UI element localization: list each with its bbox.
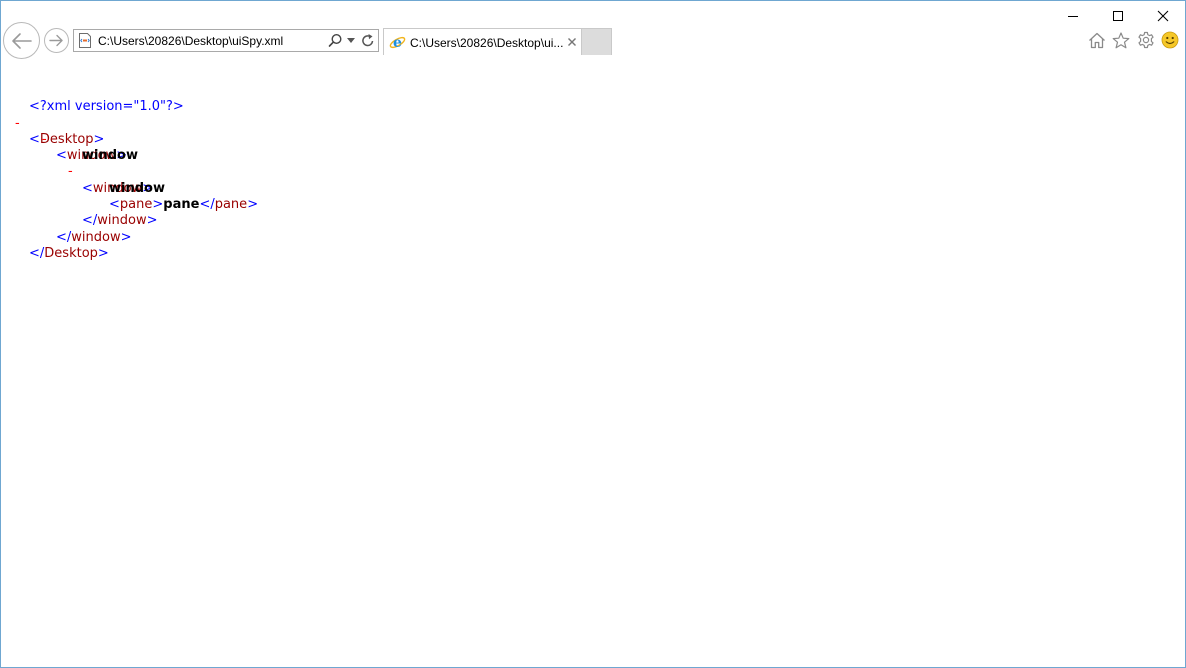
xml-text-window-inner: window	[109, 180, 165, 196]
tag-bracket: <	[29, 131, 40, 147]
xml-text-pane: pane	[163, 197, 200, 213]
back-button[interactable]	[3, 22, 40, 59]
maximize-icon	[1112, 10, 1123, 21]
tab-close-icon[interactable]	[567, 37, 577, 47]
tag-name-desktop: Desktop	[39, 131, 94, 147]
xml-node-desktop-close: </Desktop>	[1, 230, 109, 261]
forward-arrow-icon	[49, 34, 63, 47]
address-bar[interactable]: C:\Users\20826\Desktop\uiSpy.xml	[73, 29, 379, 52]
minimize-button[interactable]	[1050, 1, 1095, 30]
tag-bracket: <	[56, 148, 67, 164]
tag-bracket: >	[247, 197, 259, 213]
tag-bracket: </	[56, 229, 72, 245]
tag-bracket: <	[109, 197, 120, 213]
home-icon	[1089, 32, 1105, 48]
gear-icon	[1138, 31, 1154, 49]
close-button[interactable]	[1140, 1, 1185, 30]
maximize-button[interactable]	[1095, 1, 1140, 30]
forward-button[interactable]	[44, 28, 69, 53]
star-icon	[1112, 31, 1130, 48]
close-icon	[1157, 10, 1168, 21]
browser-tab[interactable]: e C:\Users\20826\Desktop\ui...	[383, 28, 582, 55]
tag-name-desktop: Desktop	[44, 245, 98, 261]
xml-text-window: window	[82, 148, 138, 164]
xml-node-window-close: </window>	[1, 213, 132, 245]
tag-name-window: window	[97, 213, 147, 229]
new-tab-button[interactable]	[582, 28, 612, 55]
tag-bracket: </	[82, 213, 98, 229]
tag-name-pane: pane	[214, 197, 248, 213]
tag-bracket: >	[146, 213, 158, 229]
refresh-icon[interactable]	[361, 33, 375, 48]
smiley-icon	[1161, 31, 1179, 49]
xml-document: <?xml version="1.0"?> - <Desktop> - <win…	[1, 83, 258, 261]
back-arrow-icon	[11, 32, 32, 49]
ie-logo-icon: e	[389, 35, 406, 51]
minimize-icon	[1067, 15, 1078, 17]
tag-bracket: >	[97, 245, 109, 261]
tag-bracket: >	[152, 197, 164, 213]
xml-node-window-inner-open: - <window>	[1, 148, 153, 195]
tag-bracket: </	[29, 245, 45, 261]
xml-node-window-open: - <window>	[1, 116, 127, 163]
xml-file-icon	[79, 33, 91, 48]
feedback-button[interactable]	[1160, 30, 1180, 50]
tag-bracket: </	[199, 197, 215, 213]
search-icon[interactable]	[328, 33, 343, 48]
browser-window: C:\Users\20826\Desktop\uiSpy.xml e C:\Us…	[0, 0, 1186, 668]
xml-declaration-line: <?xml version="1.0"?>	[1, 83, 184, 114]
tag-bracket: >	[93, 131, 105, 147]
svg-text:e: e	[393, 35, 402, 51]
xml-node-desktop-open: - <Desktop>	[1, 99, 104, 147]
xml-node-pane: <pane>pane</pane>	[1, 181, 258, 212]
xml-node-window-inner-close: </window>	[1, 197, 158, 228]
settings-button[interactable]	[1136, 30, 1156, 50]
xml-text-line: window	[1, 132, 138, 163]
chevron-down-icon[interactable]	[347, 38, 355, 43]
xml-declaration: <?xml version="1.0"?>	[29, 99, 184, 115]
tag-bracket: <	[82, 180, 93, 196]
xml-text-line: window	[1, 164, 165, 196]
collapse-toggle-window-inner[interactable]: -	[68, 164, 73, 180]
home-button[interactable]	[1087, 30, 1107, 50]
favorites-button[interactable]	[1111, 30, 1131, 50]
tag-bracket: >	[120, 229, 132, 245]
tag-name-window: window	[71, 229, 121, 245]
tag-name-pane: pane	[119, 197, 153, 213]
tab-title: C:\Users\20826\Desktop\ui...	[410, 36, 564, 50]
collapse-toggle-window[interactable]: -	[42, 132, 47, 148]
address-input[interactable]: C:\Users\20826\Desktop\uiSpy.xml	[98, 33, 283, 49]
